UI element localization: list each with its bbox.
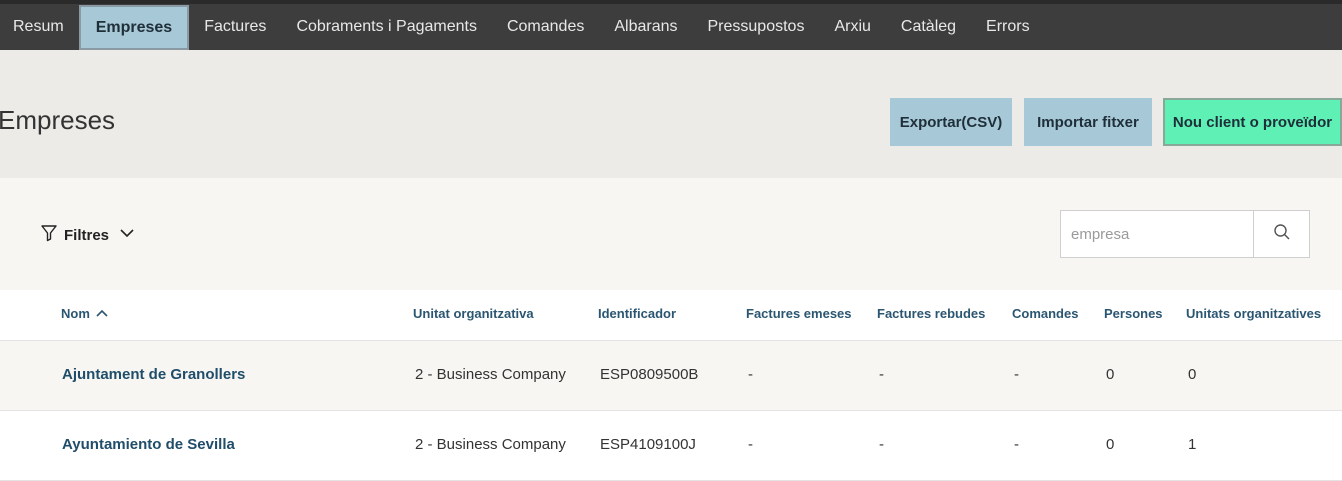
page-title: Empreses — [0, 105, 116, 135]
column-header-comandes[interactable]: Comandes — [1012, 306, 1078, 321]
nav-item-errors[interactable]: Errors — [971, 4, 1045, 50]
nav-item-arxiu[interactable]: Arxiu — [819, 4, 885, 50]
column-header-factures-emeses[interactable]: Factures emeses — [746, 306, 852, 321]
search-input[interactable] — [1061, 211, 1253, 257]
cell-unitat: 2 - Business Company — [415, 436, 566, 453]
companies-table: Nom Unitat organitzativa Identificador F… — [0, 290, 1342, 481]
table-header: Nom Unitat organitzativa Identificador F… — [0, 290, 1342, 341]
new-client-button[interactable]: Nou client o proveïdor — [1163, 98, 1342, 146]
filter-bar: Filtres — [0, 178, 1342, 290]
chevron-down-icon — [119, 225, 135, 245]
column-header-label: Nom — [61, 306, 90, 321]
column-header-identificador[interactable]: Identificador — [598, 306, 676, 321]
company-name-link[interactable]: Ayuntamiento de Sevilla — [62, 436, 235, 453]
sort-ascending-icon — [96, 306, 108, 321]
nav-item-factures[interactable]: Factures — [189, 4, 281, 50]
top-navigation-bar: Resum Empreses Factures Cobraments i Pag… — [0, 0, 1342, 50]
cell-persones: 0 — [1106, 366, 1115, 383]
main-nav: Resum Empreses Factures Cobraments i Pag… — [0, 4, 1342, 50]
cell-unitats: 1 — [1188, 436, 1197, 453]
column-header-factures-rebudes[interactable]: Factures rebudes — [877, 306, 985, 321]
import-file-button[interactable]: Importar fitxer — [1024, 98, 1152, 146]
cell-unitats: 0 — [1188, 366, 1197, 383]
filters-label: Filtres — [64, 226, 110, 244]
nav-item-comandes[interactable]: Comandes — [492, 4, 599, 50]
nav-item-cataleg[interactable]: Catàleg — [886, 4, 971, 50]
filter-icon — [40, 224, 58, 246]
nav-item-cobraments[interactable]: Cobraments i Pagaments — [281, 4, 492, 50]
company-name-link[interactable]: Ajuntament de Granollers — [62, 366, 245, 383]
column-header-unitat[interactable]: Unitat organitzativa — [413, 306, 534, 321]
page-header: Empreses Exportar(CSV) Importar fitxer N… — [0, 50, 1342, 178]
column-header-unitats[interactable]: Unitats organitzatives — [1186, 306, 1321, 321]
cell-factures-emeses: - — [748, 436, 753, 453]
cell-identificador: ESP0809500B — [600, 366, 699, 383]
cell-identificador: ESP4109100J — [600, 436, 696, 453]
cell-factures-emeses: - — [748, 366, 753, 383]
nav-item-pressupostos[interactable]: Pressupostos — [693, 4, 820, 50]
cell-unitat: 2 - Business Company — [415, 366, 566, 383]
cell-comandes: - — [1014, 436, 1019, 453]
nav-item-albarans[interactable]: Albarans — [599, 4, 692, 50]
table-row: Ajuntament de Granollers 2 - Business Co… — [0, 341, 1342, 411]
cell-factures-rebudes: - — [879, 366, 884, 383]
search-button[interactable] — [1253, 211, 1309, 257]
search-box — [1060, 210, 1310, 258]
filters-toggle[interactable]: Filtres — [40, 224, 135, 246]
table-row: Ayuntamiento de Sevilla 2 - Business Com… — [0, 411, 1342, 481]
search-icon — [1273, 223, 1291, 246]
column-header-persones[interactable]: Persones — [1104, 306, 1163, 321]
nav-item-empreses[interactable]: Empreses — [78, 5, 190, 50]
nav-item-resum[interactable]: Resum — [0, 4, 79, 50]
column-header-nom[interactable]: Nom — [61, 306, 108, 321]
cell-persones: 0 — [1106, 436, 1115, 453]
export-csv-button[interactable]: Exportar(CSV) — [890, 98, 1012, 146]
cell-comandes: - — [1014, 366, 1019, 383]
cell-factures-rebudes: - — [879, 436, 884, 453]
